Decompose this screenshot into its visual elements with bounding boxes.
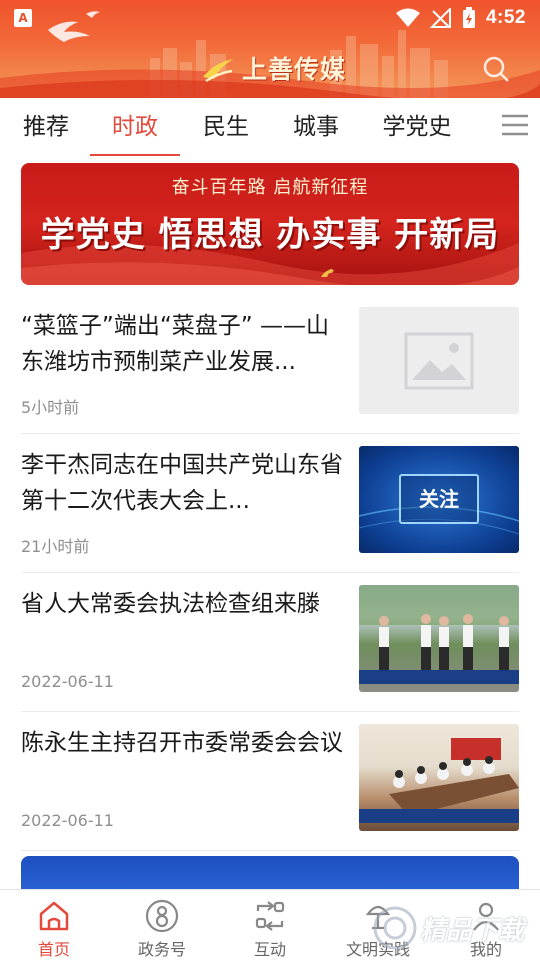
nav-gov-account-label: 政务号 <box>137 940 186 959</box>
nav-home[interactable]: 首页 <box>0 890 108 960</box>
wifi-icon <box>395 8 420 27</box>
nav-interaction-label: 互动 <box>253 940 286 959</box>
interaction-icon <box>255 901 285 931</box>
tab-livelihood[interactable]: 民生 <box>202 98 250 156</box>
active-tab-indicator <box>90 154 180 156</box>
category-tabs: 推荐 时政 民生 城事 学党史 - <box>0 98 540 158</box>
news-time: 21小时前 <box>21 537 90 556</box>
app-header: A 4:52 上善传媒 <box>0 0 540 98</box>
nav-home-label: 首页 <box>37 940 70 959</box>
watermark-text: 精品下载 <box>420 915 525 946</box>
image-placeholder-icon <box>404 332 474 389</box>
nav-gov-account[interactable]: 政务号 <box>108 890 216 960</box>
tab-menu-button[interactable] <box>482 98 540 156</box>
news-item[interactable]: 省人大常委会执法检查组来滕 2022-06-11 <box>21 574 519 712</box>
home-icon <box>39 901 69 931</box>
thumbnail-caption-strip <box>359 809 519 823</box>
news-item[interactable]: 李干杰同志在中国共产党山东省第十二次代表大会上... 21小时前 关注 <box>21 435 519 573</box>
news-time: 2022-06-11 <box>21 672 114 691</box>
a-badge-icon: A <box>14 9 32 27</box>
status-time: 4:52 <box>485 7 526 28</box>
government-account-icon <box>145 899 179 933</box>
watermark: 精品下载 <box>370 900 540 956</box>
thumbnail-caption-strip <box>359 670 519 684</box>
banner-title: 学党史 悟思想 办实事 开新局 <box>40 215 500 255</box>
battery-charging-icon <box>462 7 475 28</box>
news-item[interactable]: “菜篮子”端出“菜盘子” ——山东潍坊市预制菜产业发展... 5小时前 <box>21 296 519 434</box>
tab-city[interactable]: 城事 <box>292 98 340 156</box>
nav-interaction[interactable]: 互动 <box>216 890 324 960</box>
news-thumbnail <box>359 585 519 692</box>
brand-logo-icon <box>203 59 233 83</box>
status-bar: A 4:52 <box>0 0 540 36</box>
tab-recommend[interactable]: 推荐 <box>22 98 70 156</box>
search-icon[interactable] <box>482 55 510 83</box>
news-thumbnail: 关注 <box>359 446 519 553</box>
app-brand: 上善传媒 <box>200 50 346 86</box>
news-title: 陈永生主持召开市委常委会会议 <box>21 730 343 756</box>
news-time: 5小时前 <box>21 398 80 417</box>
hamburger-menu-icon <box>502 114 528 136</box>
news-title: 省人大常委会执法检查组来滕 <box>21 591 320 617</box>
tab-party-history[interactable]: 学党史 <box>381 98 453 156</box>
news-time: 2022-06-11 <box>21 811 114 830</box>
no-signal-icon <box>429 8 451 28</box>
watermark-logo-icon <box>373 906 417 950</box>
news-title: 李干杰同志在中国共产党山东省第十二次代表大会上... <box>21 452 343 514</box>
app-name: 上善传媒 <box>242 55 347 84</box>
news-thumbnail <box>359 724 519 831</box>
promo-banner[interactable]: 奋斗百年路 启航新征程 学党史 悟思想 办实事 开新局 <box>21 163 519 285</box>
banner-subtitle: 奋斗百年路 启航新征程 <box>171 177 369 198</box>
news-title: “菜篮子”端出“菜盘子” ——山东潍坊市预制菜产业发展... <box>21 313 329 375</box>
news-thumbnail <box>359 307 519 414</box>
thumbnail-caption: 关注 <box>399 474 479 524</box>
tab-politics[interactable]: 时政 <box>90 98 180 156</box>
news-item[interactable]: 陈永生主持召开市委常委会会议 2022-06-11 <box>21 713 519 851</box>
